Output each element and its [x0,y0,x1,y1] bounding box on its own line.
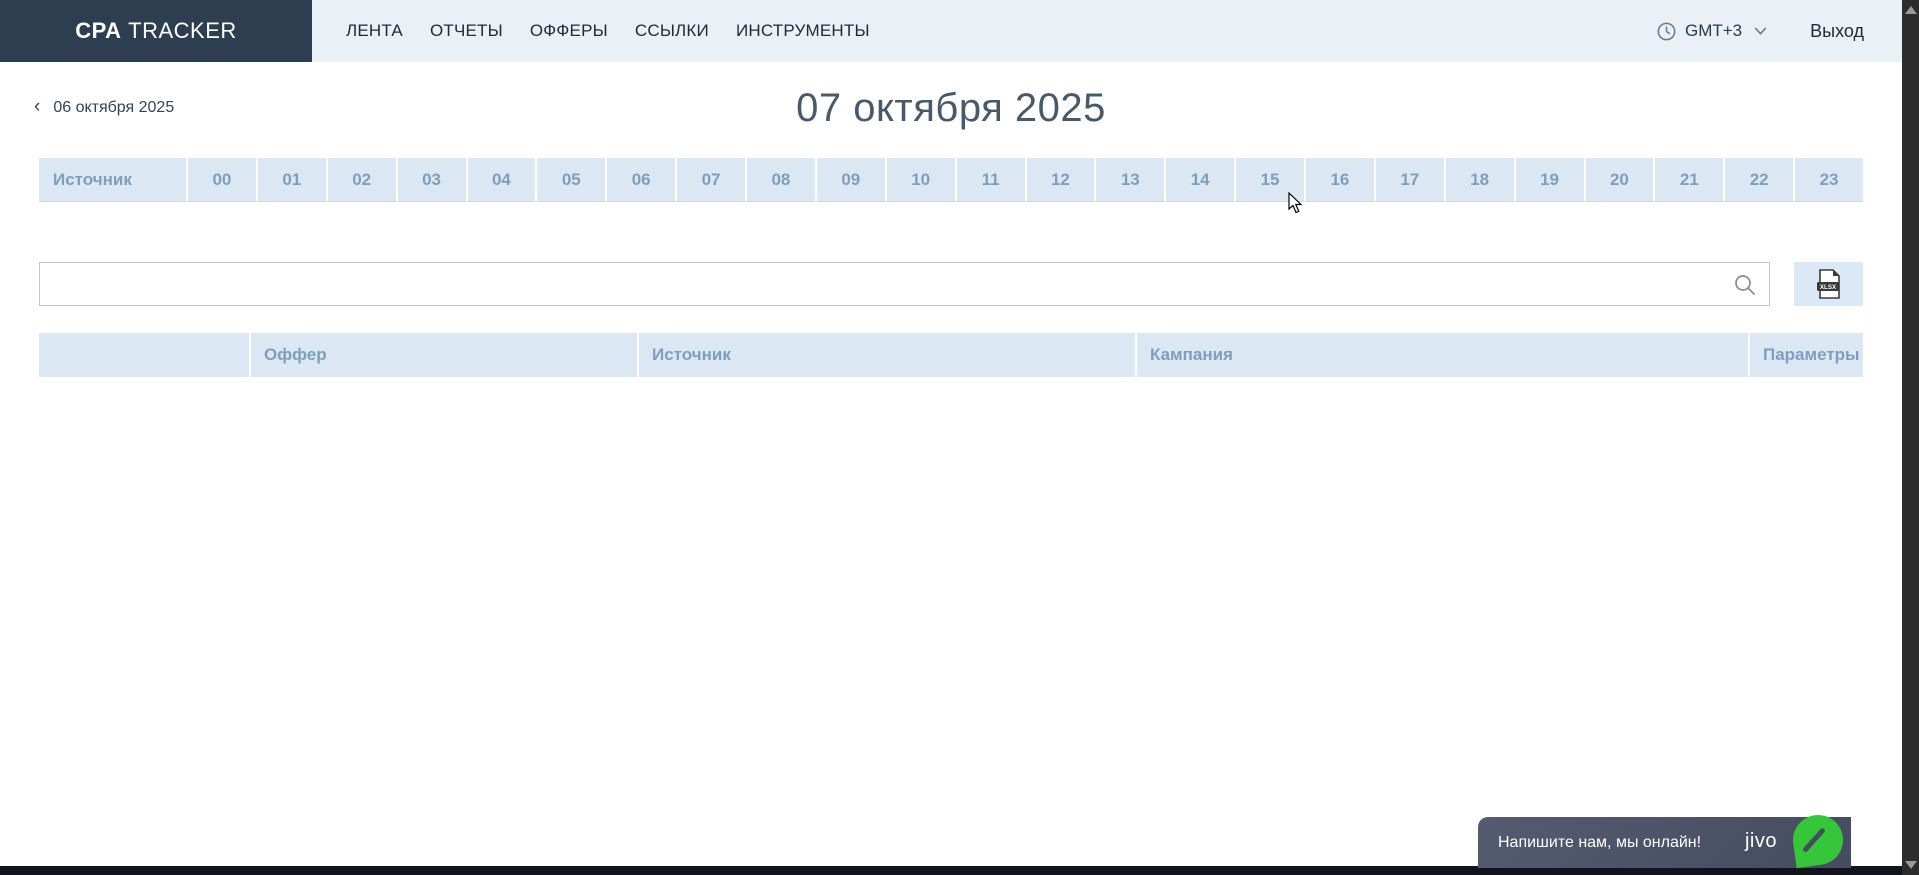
logo-light-text: TRACKER [128,18,237,43]
logo-block[interactable]: CPA TRACKER [0,0,312,62]
chevron-down-icon[interactable] [1754,27,1767,35]
report-column-header-1[interactable]: Оффер [249,333,637,377]
scroll-up-arrow-icon[interactable] [1905,6,1917,14]
nav-item-0[interactable]: ЛЕНТА [346,21,403,41]
hour-cell-07[interactable]: 07 [675,158,745,201]
hour-cell-17[interactable]: 17 [1374,158,1444,201]
scroll-down-arrow-icon[interactable] [1905,861,1917,869]
hour-cell-03[interactable]: 03 [396,158,466,201]
hour-cell-13[interactable]: 13 [1094,158,1164,201]
page: CPA TRACKER ЛЕНТА ОТЧЕТЫ ОФФЕРЫ ССЫЛКИ ИНСТР… [0,0,1902,875]
report-column-header-0[interactable] [39,333,249,377]
hour-cell-11[interactable]: 11 [955,158,1025,201]
logo-bold-part: CPA [75,18,121,43]
hour-cell-10[interactable]: 10 [885,158,955,201]
hour-cell-04[interactable]: 04 [466,158,536,201]
hour-cell-01[interactable]: 01 [256,158,326,201]
report-column-header-3[interactable]: Кампания [1135,333,1748,377]
date-row: ‹ 06 октября 2025 07 октября 2025 [0,62,1902,158]
search-row: XLSX [39,262,1863,306]
hour-cell-19[interactable]: 19 [1514,158,1584,201]
svg-text:XLSX: XLSX [1819,284,1836,291]
report-table-header: ОфферИсточникКампанияПараметры [39,333,1863,377]
clock-icon [1657,22,1676,41]
nav-item-3[interactable]: ССЫЛКИ [635,21,709,41]
hour-cell-12[interactable]: 12 [1025,158,1095,201]
vertical-scrollbar[interactable] [1902,0,1919,875]
hour-cell-09[interactable]: 09 [815,158,885,201]
nav-item-2[interactable]: ОФФЕРЫ [530,21,608,41]
hour-header-source-cell: Источник [39,158,186,201]
report-column-header-2[interactable]: Источник [637,333,1135,377]
hour-cell-14[interactable]: 14 [1164,158,1234,201]
hour-cell-22[interactable]: 22 [1723,158,1793,201]
hourly-stats-header: Источник00010203040506070809101112131415… [39,158,1863,202]
export-xlsx-button[interactable]: XLSX [1794,262,1863,306]
search-box [39,262,1770,306]
app-logo: CPA TRACKER [75,18,237,44]
hour-cell-20[interactable]: 20 [1584,158,1654,201]
page-title: 07 октября 2025 [0,86,1902,131]
jivo-logo: jivo [1745,830,1777,853]
timezone-selector[interactable]: GMT+3 [1685,21,1742,41]
search-input[interactable] [40,263,1769,305]
chat-widget[interactable]: Напишите нам, мы онлайн! jivo [1478,817,1851,868]
nav-item-4[interactable]: ИНСТРУМЕНТЫ [736,21,870,41]
report-column-header-4[interactable]: Параметры [1748,333,1863,377]
jivo-leaf-icon [1790,812,1846,868]
search-icon[interactable] [1733,273,1757,297]
logout-button[interactable]: Выход [1810,21,1864,42]
hour-cell-21[interactable]: 21 [1653,158,1723,201]
hour-cell-08[interactable]: 08 [745,158,815,201]
hour-cell-16[interactable]: 16 [1304,158,1374,201]
hour-cell-18[interactable]: 18 [1444,158,1514,201]
hour-cell-15[interactable]: 15 [1234,158,1304,201]
hour-cell-23[interactable]: 23 [1793,158,1863,201]
hour-cell-02[interactable]: 02 [326,158,396,201]
hour-cell-05[interactable]: 05 [535,158,605,201]
topbar-right: GMT+3 Выход [1657,0,1864,62]
top-bar: CPA TRACKER ЛЕНТА ОТЧЕТЫ ОФФЕРЫ ССЫЛКИ ИНСТР… [0,0,1902,62]
xlsx-file-icon: XLSX [1816,269,1842,299]
main-nav: ЛЕНТА ОТЧЕТЫ ОФФЕРЫ ССЫЛКИ ИНСТРУМЕНТЫ [312,0,870,62]
chat-message: Напишите нам, мы онлайн! [1478,834,1701,852]
nav-item-1[interactable]: ОТЧЕТЫ [430,21,503,41]
hour-cell-00[interactable]: 00 [186,158,256,201]
hour-cell-06[interactable]: 06 [605,158,675,201]
